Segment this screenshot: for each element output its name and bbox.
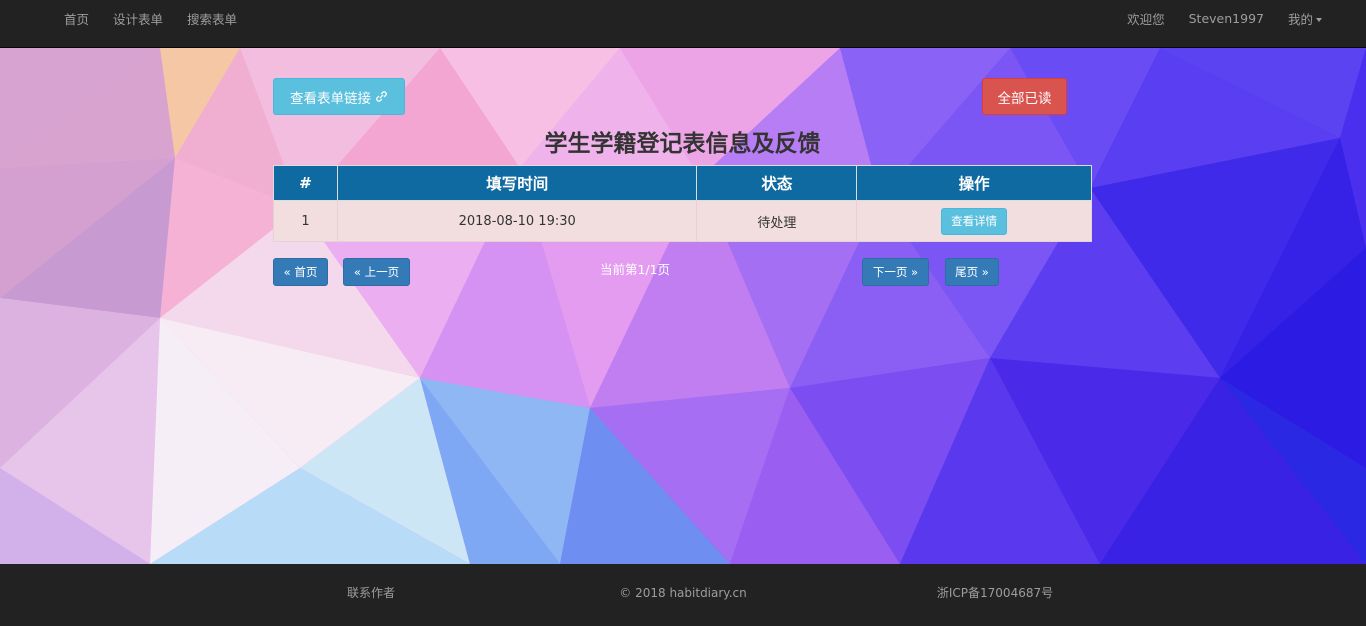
footer: 联系作者 © 2018 habitdiary.cn 浙ICP备17004687号 (0, 564, 1366, 626)
row-time-cell: 2018-08-10 19:30 (336, 200, 698, 242)
top-navbar: 首页 设计表单 搜索表单 欢迎您 Steven1997 我的 (0, 0, 1366, 48)
nav-welcome-text: 欢迎您 (1127, 11, 1165, 27)
records-table: # 填写时间 状态 操作 1 2018-08-10 19:30 待处理 查看详情 (273, 165, 1092, 242)
header-status: 状态 (696, 165, 858, 201)
nav-right-group: 欢迎您 Steven1997 我的 (1115, 0, 1334, 36)
mark-all-read-button[interactable]: 全部已读 (982, 78, 1067, 115)
footer-contact-link[interactable]: 联系作者 (321, 585, 421, 601)
table-row: 1 2018-08-10 19:30 待处理 查看详情 (273, 200, 1092, 242)
view-form-link-button[interactable]: 查看表单链接 (273, 78, 405, 115)
page-indicator: 当前第1/1页 (599, 262, 671, 277)
prev-page-button[interactable]: « 上一页 (343, 258, 410, 286)
footer-icp-link[interactable]: 浙ICP备17004687号 (920, 585, 1070, 601)
first-page-button[interactable]: « 首页 (273, 258, 328, 286)
header-action: 操作 (856, 165, 1092, 201)
row-index-cell: 1 (273, 200, 338, 242)
nav-search-form-link[interactable]: 搜索表单 (175, 9, 249, 28)
nav-left-group: 首页 设计表单 搜索表单 (52, 0, 249, 36)
nav-design-form-link[interactable]: 设计表单 (101, 9, 175, 28)
row-action-cell: 查看详情 (856, 200, 1092, 242)
last-page-button[interactable]: 尾页 » (945, 258, 999, 286)
table-header-row: # 填写时间 状态 操作 (273, 165, 1092, 201)
row-status-cell: 待处理 (696, 200, 858, 242)
view-form-link-label: 查看表单链接 (290, 90, 371, 107)
view-detail-button[interactable]: 查看详情 (941, 207, 1008, 235)
page-title: 学生学籍登记表信息及反馈 (544, 131, 821, 157)
caret-down-icon (1316, 18, 1322, 22)
header-fill-time: 填写时间 (336, 165, 698, 201)
link-icon (376, 91, 387, 102)
nav-mine-dropdown[interactable]: 我的 (1276, 9, 1334, 28)
nav-home-link[interactable]: 首页 (52, 9, 101, 28)
footer-copyright: © 2018 habitdiary.cn (619, 586, 747, 600)
nav-username-link[interactable]: Steven1997 (1177, 11, 1276, 26)
nav-mine-label: 我的 (1287, 11, 1313, 27)
header-index: # (273, 165, 338, 201)
next-page-button[interactable]: 下一页 » (862, 258, 929, 286)
